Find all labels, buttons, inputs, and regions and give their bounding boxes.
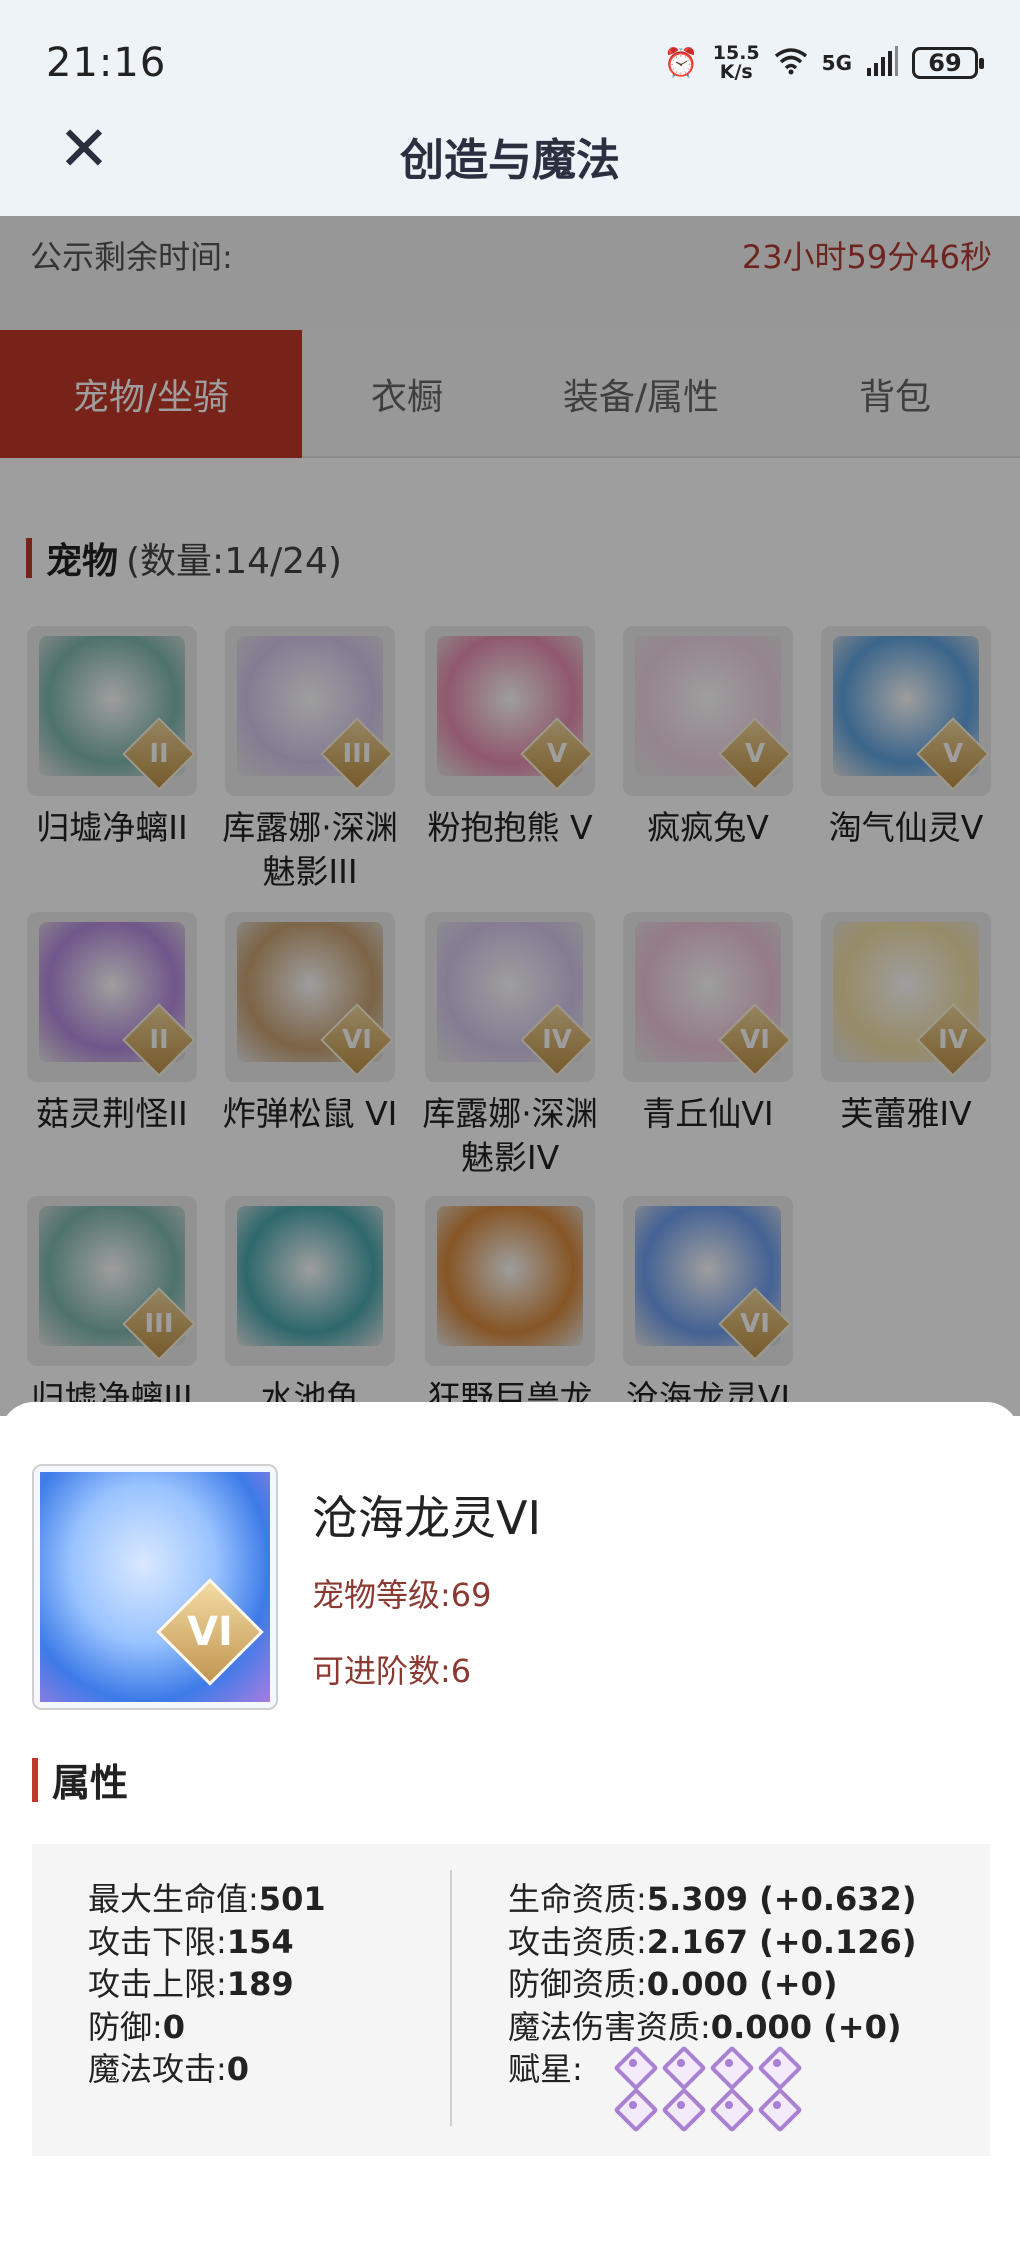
pet-detail-sheet: VI 沧海龙灵VI 宠物等级:69 可进阶数:6 属性 最大生命值:501 攻击… — [0, 1402, 1020, 2254]
stat-row: 生命资质:5.309 (+0.632) — [508, 1880, 917, 1918]
app-header: ✕ 创造与魔法 — [0, 110, 1020, 216]
attributes-title: 属性 — [32, 1752, 128, 1807]
modal-backdrop[interactable] — [0, 216, 1020, 1416]
pet-portrait — [40, 1472, 270, 1702]
section-accent-bar — [32, 1757, 38, 1802]
stat-row: 攻击上限:189 — [88, 1965, 294, 2003]
wifi-icon — [774, 47, 808, 80]
status-bar: 21:16 ⏰ 15.5 K/s 5G 69 — [0, 0, 1020, 110]
status-icons: ⏰ 15.5 K/s 5G 69 — [663, 42, 984, 83]
star-icon — [710, 2046, 748, 2084]
star-icon — [758, 2046, 796, 2084]
alarm-icon: ⏰ — [663, 46, 699, 79]
stat-row: 防御:0 — [88, 2007, 186, 2046]
stat-row: 魔法攻击:0 — [88, 2050, 250, 2088]
attributes-panel: 最大生命值:501 攻击下限:154 攻击上限:189 防御:0 魔法攻击:0 … — [32, 1844, 990, 2156]
network-speed: 15.5 K/s — [712, 42, 760, 83]
stat-row: 最大生命值:501 — [88, 1880, 326, 1918]
stat-row: 攻击下限:154 — [88, 1922, 294, 1961]
star-icon — [614, 2046, 652, 2084]
stat-row: 攻击资质:2.167 (+0.126) — [508, 1922, 917, 1961]
pet-detail-image: VI — [32, 1464, 278, 1710]
battery-icon: 69 — [912, 47, 984, 79]
star-rating — [614, 2046, 814, 2126]
page-title: 创造与魔法 — [400, 135, 620, 186]
stat-row: 防御资质:0.000 (+0) — [508, 1965, 838, 2003]
star-icon — [758, 2088, 796, 2126]
network-type: 5G — [821, 51, 852, 75]
star-icon — [614, 2088, 652, 2126]
star-icon — [662, 2088, 700, 2126]
star-icon — [710, 2088, 748, 2126]
pet-level: 宠物等级:69 — [312, 1576, 492, 1614]
stat-row: 魔法伤害资质:0.000 (+0) — [508, 2007, 902, 2046]
base-stats: 最大生命值:501 攻击下限:154 攻击上限:189 防御:0 魔法攻击:0 — [88, 1878, 326, 2091]
column-divider — [450, 1870, 452, 2126]
pet-name: 沧海龙灵VI — [312, 1491, 542, 1545]
signal-icon — [866, 46, 898, 80]
pet-advance-count: 可进阶数:6 — [312, 1652, 472, 1690]
star-icon — [662, 2046, 700, 2084]
status-time: 21:16 — [46, 40, 167, 86]
